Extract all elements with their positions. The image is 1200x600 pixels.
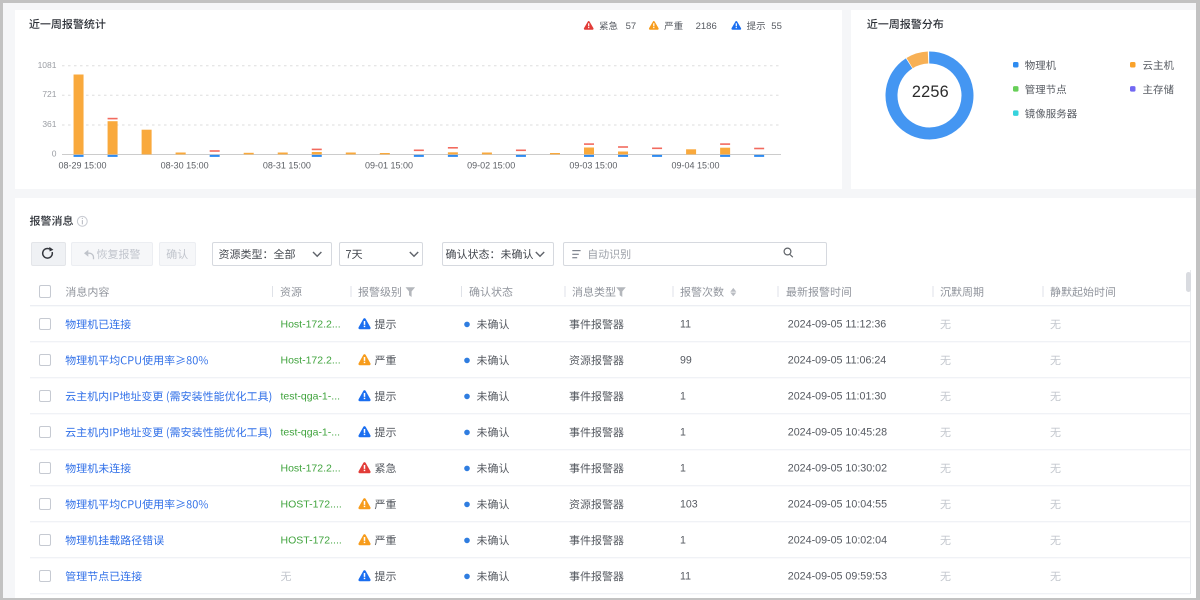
- svg-text:1: 1: [680, 391, 686, 403]
- svg-text:1: 1: [680, 427, 686, 439]
- svg-text:08-30 15:00: 08-30 15:00: [161, 160, 209, 170]
- svg-text:test-qga-1-...: test-qga-1-...: [281, 427, 341, 439]
- svg-text:Host-172.2...: Host-172.2...: [281, 319, 341, 331]
- svg-text:08-29 15:00: 08-29 15:00: [58, 160, 106, 170]
- svg-text:103: 103: [680, 499, 698, 511]
- svg-text:09-02 15:00: 09-02 15:00: [467, 160, 515, 170]
- svg-text:55: 55: [771, 21, 782, 32]
- svg-text:09-01 15:00: 09-01 15:00: [365, 160, 413, 170]
- svg-text:1: 1: [680, 535, 686, 547]
- svg-text:99: 99: [680, 355, 692, 367]
- svg-text:2024-09-05 11:12:36: 2024-09-05 11:12:36: [788, 319, 887, 331]
- svg-text:test-qga-1-...: test-qga-1-...: [281, 391, 341, 403]
- svg-text:11: 11: [680, 319, 691, 331]
- svg-text:2024-09-05 10:02:04: 2024-09-05 10:02:04: [788, 535, 887, 547]
- svg-text:HOST-172....: HOST-172....: [281, 499, 342, 511]
- svg-text:57: 57: [626, 21, 637, 32]
- svg-text:2024-09-05 09:59:53: 2024-09-05 09:59:53: [788, 571, 887, 583]
- svg-text:721: 721: [42, 89, 56, 99]
- svg-text:11: 11: [680, 571, 691, 583]
- svg-text:1081: 1081: [38, 60, 57, 70]
- svg-text:08-31 15:00: 08-31 15:00: [263, 160, 311, 170]
- svg-text:Host-172.2...: Host-172.2...: [281, 355, 341, 367]
- svg-text:0: 0: [52, 148, 57, 158]
- svg-text:09-03 15:00: 09-03 15:00: [569, 160, 617, 170]
- svg-text:2024-09-05 10:04:55: 2024-09-05 10:04:55: [788, 499, 887, 511]
- svg-text:2024-09-05 11:06:24: 2024-09-05 11:06:24: [788, 355, 887, 367]
- svg-text:2024-09-05 11:01:30: 2024-09-05 11:01:30: [788, 391, 887, 403]
- svg-text:09-04 15:00: 09-04 15:00: [671, 160, 719, 170]
- svg-text:2024-09-05 10:30:02: 2024-09-05 10:30:02: [788, 463, 887, 475]
- svg-text:2024-09-05 10:45:28: 2024-09-05 10:45:28: [788, 427, 887, 439]
- svg-text:361: 361: [42, 119, 56, 129]
- svg-text:1: 1: [680, 463, 686, 475]
- svg-text:HOST-172....: HOST-172....: [281, 535, 342, 547]
- svg-text:2186: 2186: [696, 21, 717, 32]
- svg-text:2256: 2256: [912, 83, 949, 101]
- svg-text:Host-172.2...: Host-172.2...: [281, 463, 341, 475]
